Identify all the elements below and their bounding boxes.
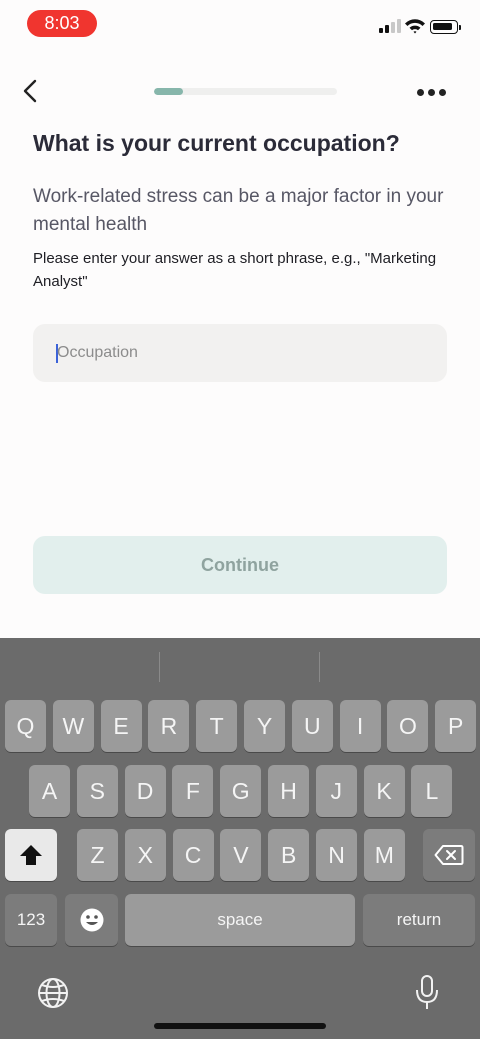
dot-icon xyxy=(427,88,435,96)
shift-key[interactable] xyxy=(5,829,57,881)
occupation-input[interactable] xyxy=(57,324,437,382)
status-time: 8:03 xyxy=(27,10,97,37)
key-m[interactable]: M xyxy=(363,829,405,881)
cellular-signal-icon xyxy=(379,19,401,33)
key-d[interactable]: D xyxy=(124,765,166,817)
key-y[interactable]: Y xyxy=(244,700,285,752)
suggestion-divider xyxy=(319,652,320,682)
microphone-icon[interactable] xyxy=(414,974,440,1012)
key-t[interactable]: T xyxy=(196,700,238,752)
home-indicator xyxy=(154,1023,326,1029)
key-g[interactable]: G xyxy=(220,765,262,817)
globe-icon[interactable] xyxy=(36,976,70,1010)
wifi-icon xyxy=(405,19,425,34)
dot-icon xyxy=(438,88,446,96)
key-c[interactable]: C xyxy=(172,829,214,881)
occupation-field[interactable] xyxy=(33,324,447,382)
key-p[interactable]: P xyxy=(435,700,477,752)
progress-bar xyxy=(154,88,337,95)
shift-arrow-icon xyxy=(20,845,42,865)
key-x[interactable]: X xyxy=(124,829,166,881)
more-options-button[interactable] xyxy=(413,82,449,102)
key-a[interactable]: A xyxy=(29,765,70,817)
key-o[interactable]: O xyxy=(387,700,429,752)
back-button[interactable] xyxy=(16,76,46,106)
answer-hint: Please enter your answer as a short phra… xyxy=(33,250,437,290)
key-s[interactable]: S xyxy=(76,765,118,817)
key-v[interactable]: V xyxy=(220,829,262,881)
key-f[interactable]: F xyxy=(172,765,214,817)
key-l[interactable]: L xyxy=(411,765,453,817)
key-b[interactable]: B xyxy=(268,829,310,881)
key-w[interactable]: W xyxy=(52,700,94,752)
suggestion-divider xyxy=(159,652,160,682)
status-bar: 8:03 xyxy=(0,0,480,48)
question-title: What is your current occupation? xyxy=(33,130,400,156)
emoji-icon xyxy=(80,908,103,932)
key-k[interactable]: K xyxy=(363,765,405,817)
key-j[interactable]: J xyxy=(315,765,357,817)
key-z[interactable]: Z xyxy=(77,829,118,881)
dot-icon xyxy=(416,88,424,96)
delete-key[interactable] xyxy=(423,829,475,881)
key-h[interactable]: H xyxy=(268,765,309,817)
progress-bar-fill xyxy=(154,88,184,95)
key-u[interactable]: U xyxy=(291,700,333,752)
numbers-key[interactable]: 123 xyxy=(5,894,57,946)
emoji-key[interactable] xyxy=(65,894,118,946)
space-key[interactable]: space xyxy=(125,894,355,946)
key-n[interactable]: N xyxy=(316,829,357,881)
backspace-icon xyxy=(434,845,464,865)
key-i[interactable]: I xyxy=(339,700,381,752)
keyboard: QWERTYUIOP ASDFGHJKL ZXCVBNM 123 space r… xyxy=(0,638,480,1039)
key-r[interactable]: R xyxy=(148,700,190,752)
key-e[interactable]: E xyxy=(100,700,142,752)
continue-button[interactable]: Continue xyxy=(33,536,447,594)
question-subtitle: Work-related stress can be a major facto… xyxy=(33,186,444,235)
battery-icon xyxy=(430,20,461,34)
return-key[interactable]: return xyxy=(363,894,475,946)
key-q[interactable]: Q xyxy=(5,700,46,752)
